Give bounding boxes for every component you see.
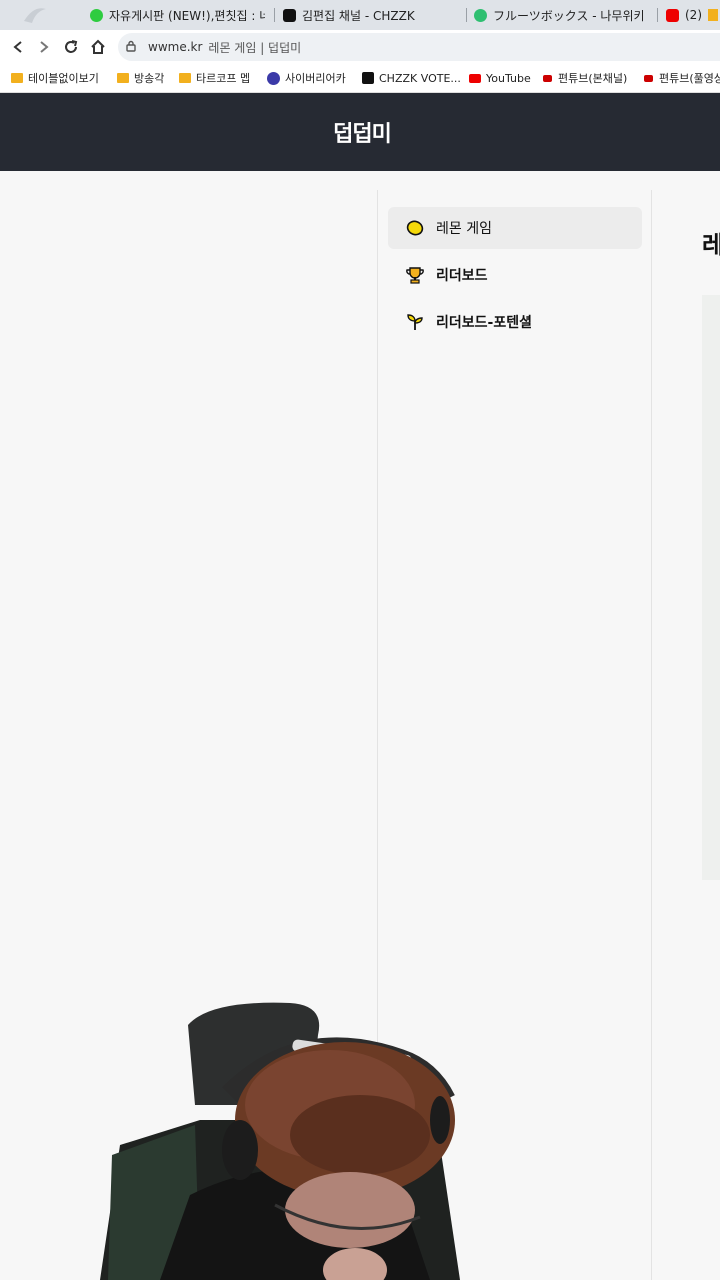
bookmark-label: 사이버리어카 (285, 72, 346, 85)
sidebar-item-lemon-game[interactable]: 레몬 게임 (388, 207, 642, 249)
bookmark-folder[interactable]: 테이블없이보기 (11, 70, 99, 86)
tab-label: フルーツボックス - 나무위키 (493, 8, 645, 23)
bookmark-label: CHZZK VOTE... (379, 71, 461, 85)
forward-button[interactable] (34, 37, 54, 57)
folder-icon (708, 9, 718, 21)
browser-tab-strip: 자유게시판 (NEW!),편칫집 : 네 김편집 채널 - CHZZK フルーツ… (0, 0, 720, 30)
reload-icon (65, 40, 78, 53)
folder-icon (11, 73, 23, 83)
bookmark-link[interactable]: YouTube (469, 70, 531, 86)
tab-label: 김편집 채널 - CHZZK (302, 8, 415, 23)
sidebar-item-label: 리더보드 (436, 268, 488, 284)
bookmark-link[interactable]: 편튜브(본채널) (543, 70, 627, 86)
reload-button[interactable] (61, 37, 81, 57)
game-board-panel[interactable] (702, 295, 720, 880)
address-bar[interactable]: wwme.kr 레몬 게임 | 덥덥미 (118, 33, 720, 61)
lemon-icon (404, 217, 426, 239)
tab-label: (2) (685, 8, 702, 22)
tab-label: 자유게시판 (NEW!),편칫집 : 네 (109, 8, 265, 23)
tab-favicon-icon (90, 8, 103, 22)
webcam-overlay (100, 1002, 460, 1280)
bookmark-link[interactable]: CHZZK VOTE... (362, 70, 461, 86)
back-arrow-icon (13, 41, 22, 53)
tab-youtube[interactable]: (2) (666, 0, 720, 30)
site-logo[interactable]: 덥덥미 (333, 116, 392, 148)
bookmark-link[interactable]: 편튜브(풀영상 (644, 70, 720, 86)
page-title: 레몬 게임 (702, 231, 720, 259)
forward-arrow-icon (40, 41, 49, 53)
trophy-icon (404, 264, 426, 286)
bookmark-label: YouTube (486, 71, 531, 85)
youtube-icon (543, 74, 552, 82)
bookmarks-bar: 테이블없이보기 방송각 타르코프 멥 사이버리어카 CHZZK VOTE... … (0, 64, 720, 93)
sprout-icon (404, 311, 426, 333)
url-text: wwme.kr (148, 40, 203, 54)
sidebar-item-leaderboard-potential[interactable]: 리더보드-포텐셜 (388, 301, 642, 343)
sidebar-item-label: 리더보드-포텐셜 (436, 315, 532, 331)
tab-namuwiki[interactable]: フルーツボックス - 나무위키 (474, 0, 649, 30)
tab-chzzk[interactable]: 김편집 채널 - CHZZK (283, 0, 458, 30)
sidebar-item-label: 레몬 게임 (436, 221, 492, 237)
bookmark-folder[interactable]: 방송각 (117, 70, 164, 86)
bookmark-link[interactable]: 사이버리어카 (267, 70, 346, 86)
site-header: 덥덥미 (0, 93, 720, 171)
back-button[interactable] (8, 37, 28, 57)
chzzk-icon (283, 8, 296, 22)
bookmark-label: 편튜브(풀영상 (659, 72, 720, 85)
home-icon (91, 39, 105, 54)
bookmark-folder[interactable]: 타르코프 멥 (179, 70, 250, 86)
bookmark-label: 테이블없이보기 (28, 72, 99, 85)
bookmark-label: 편튜브(본채널) (558, 72, 628, 85)
youtube-icon (469, 73, 481, 83)
namuwiki-icon (474, 8, 487, 22)
url-page-title: 레몬 게임 | 덥덥미 (208, 40, 302, 55)
sidebar-item-leaderboard[interactable]: 리더보드 (388, 254, 642, 296)
bookmark-label: 타르코프 멥 (196, 72, 251, 85)
folder-icon (179, 73, 191, 83)
youtube-icon (666, 8, 679, 22)
browser-toolbar: wwme.kr 레몬 게임 | 덥덥미 (0, 30, 720, 64)
youtube-icon (644, 74, 653, 82)
tab-community[interactable]: 자유게시판 (NEW!),편칫집 : 네 (90, 0, 265, 30)
circle-logo-icon (267, 71, 280, 85)
chzzk-icon (362, 72, 374, 84)
browser-logo-icon (20, 0, 50, 30)
home-button[interactable] (88, 37, 108, 57)
bookmark-label: 방송각 (134, 72, 165, 85)
folder-icon (117, 73, 129, 83)
site-info-icon[interactable] (126, 40, 140, 55)
